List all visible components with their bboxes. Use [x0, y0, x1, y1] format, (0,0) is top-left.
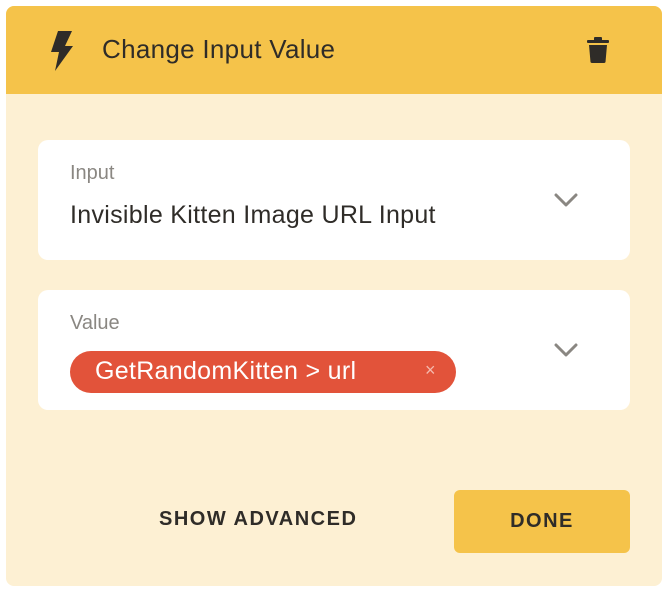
- card-header: Change Input Value: [6, 6, 662, 94]
- change-input-value-card: Change Input Value Input Invisible Kitte…: [6, 6, 662, 586]
- value-label: Value: [70, 312, 120, 334]
- done-button[interactable]: DONE: [454, 490, 630, 553]
- value-token[interactable]: GetRandomKitten > url ×: [70, 351, 456, 393]
- show-advanced-button[interactable]: SHOW ADVANCED: [159, 508, 357, 531]
- input-label: Input: [70, 162, 115, 184]
- input-select[interactable]: Input Invisible Kitten Image URL Input: [38, 140, 630, 260]
- value-select[interactable]: Value GetRandomKitten > url ×: [38, 290, 630, 410]
- card-title: Change Input Value: [102, 34, 336, 64]
- remove-token-icon[interactable]: ×: [425, 360, 436, 381]
- done-button-label: DONE: [510, 510, 574, 532]
- chevron-down-icon[interactable]: [554, 192, 578, 208]
- lightning-bolt-icon: [51, 31, 73, 71]
- input-selected-value: Invisible Kitten Image URL Input: [70, 201, 436, 229]
- value-token-label: GetRandomKitten > url: [95, 357, 357, 385]
- trash-icon[interactable]: [587, 37, 609, 63]
- chevron-down-icon[interactable]: [554, 342, 578, 358]
